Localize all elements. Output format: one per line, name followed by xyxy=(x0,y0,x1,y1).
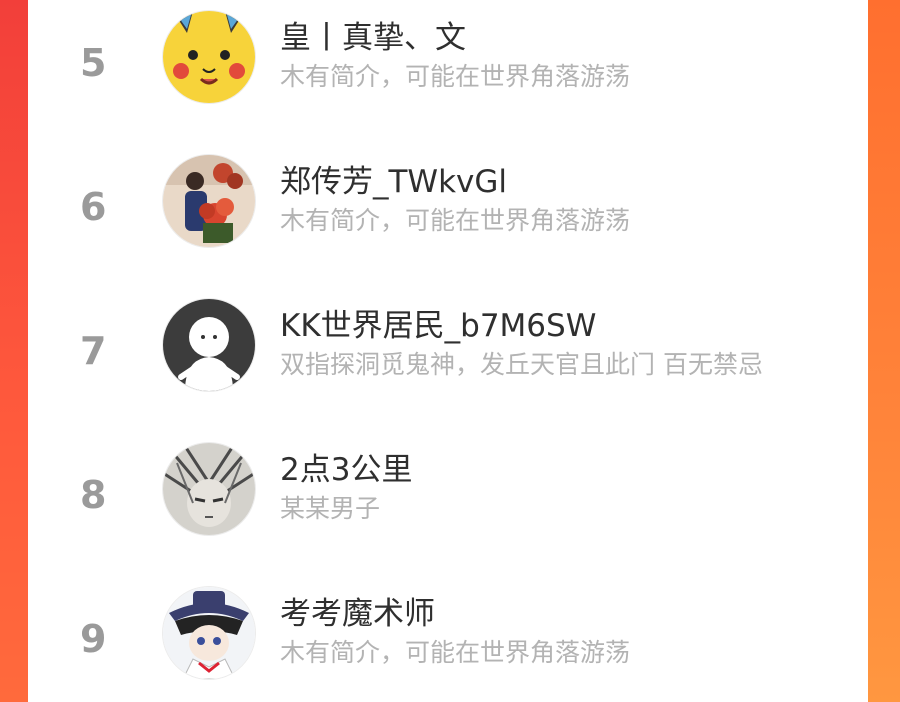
default-user-avatar-icon[interactable] xyxy=(162,298,256,392)
rank-number: 5 xyxy=(80,41,107,85)
rank-number: 9 xyxy=(80,617,107,661)
rank-number: 6 xyxy=(80,185,107,229)
user-name: 皇丨真挚、文 xyxy=(280,20,466,56)
ranking-list-card: 5 皇丨真挚、文 木有简介，可能在世界角落游荡 6 郑传芳_TWkvGl 木有简… xyxy=(28,0,868,702)
user-bio: 某某男子 xyxy=(280,494,381,523)
anime-sketch-avatar-icon[interactable] xyxy=(162,442,256,536)
rank-number: 8 xyxy=(80,473,107,517)
user-bio: 双指探洞觅鬼神，发丘天官且此门 百无禁忌 xyxy=(280,350,763,379)
user-bio: 木有简介，可能在世界角落游荡 xyxy=(280,638,631,667)
user-name: 考考魔术师 xyxy=(280,596,435,632)
magician-anime-avatar-icon[interactable] xyxy=(162,586,256,680)
list-item[interactable]: 9 考考魔术师 木有简介，可能在世界角落游荡 xyxy=(28,586,868,696)
rank-number: 7 xyxy=(80,329,107,373)
user-name: 2点3公里 xyxy=(280,452,413,488)
user-name: KK世界居民_b7M6SW xyxy=(280,308,597,344)
user-name: 郑传芳_TWkvGl xyxy=(280,164,508,200)
list-item[interactable]: 8 2点3公里 某某男子 xyxy=(28,442,868,552)
pikachu-avatar-icon[interactable] xyxy=(162,10,256,104)
right-background-edge xyxy=(868,0,900,702)
list-item[interactable]: 7 KK世界居民_b7M6SW 双指探洞觅鬼神，发丘天官且此门 百无禁忌 xyxy=(28,298,868,408)
user-bio: 木有简介，可能在世界角落游荡 xyxy=(280,206,631,235)
flowers-photo-avatar-icon[interactable] xyxy=(162,154,256,248)
left-background-edge xyxy=(0,0,28,702)
list-item[interactable]: 5 皇丨真挚、文 木有简介，可能在世界角落游荡 xyxy=(28,10,868,120)
list-item[interactable]: 6 郑传芳_TWkvGl 木有简介，可能在世界角落游荡 xyxy=(28,154,868,264)
user-bio: 木有简介，可能在世界角落游荡 xyxy=(280,62,631,91)
